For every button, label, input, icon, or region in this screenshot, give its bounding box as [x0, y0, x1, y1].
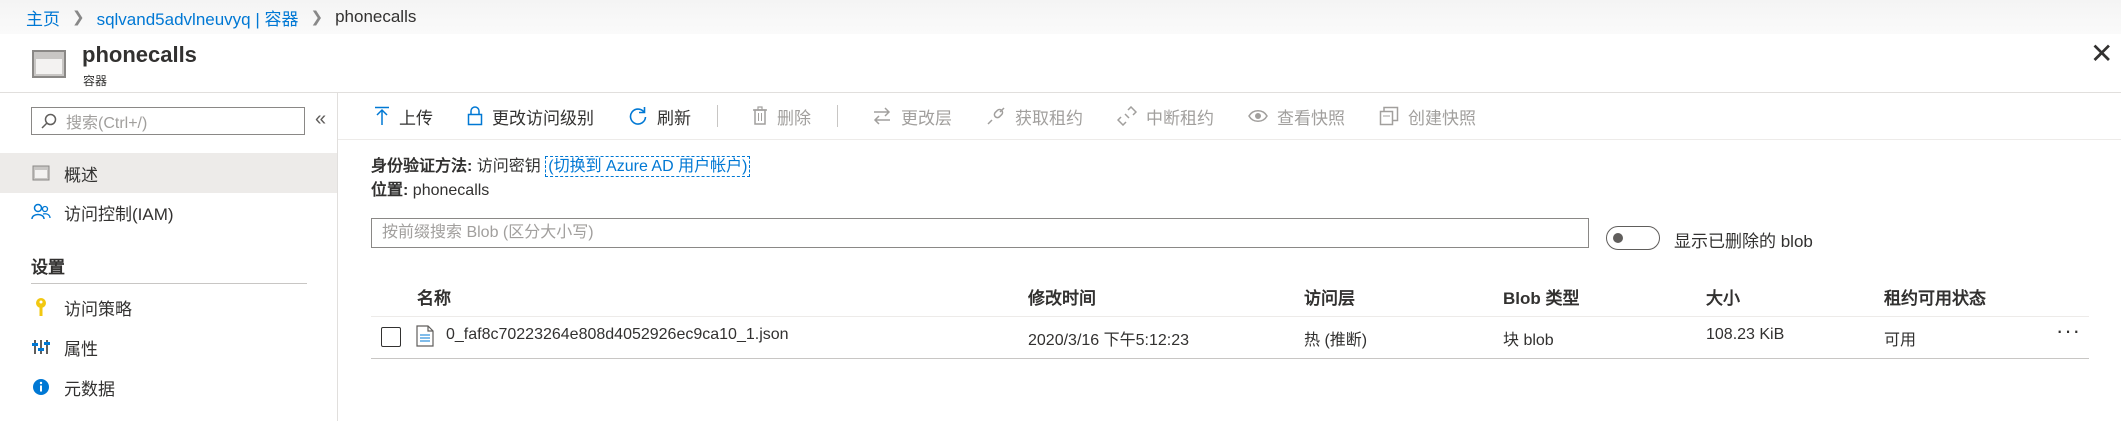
- properties-icon: [30, 336, 52, 358]
- blob-name[interactable]: 0_faf8c70223264e808d4052926ec9ca10_1.jso…: [446, 326, 789, 344]
- container-icon: [32, 50, 66, 78]
- upload-icon: [374, 106, 390, 126]
- upload-label: 上传: [399, 108, 433, 128]
- sidebar-item-access-policy[interactable]: 访问策略: [0, 287, 337, 327]
- switch-to-azure-ad-link[interactable]: (切换到 Azure AD 用户帐户): [545, 156, 751, 177]
- row-checkbox[interactable]: [381, 327, 401, 347]
- delete-label: 删除: [777, 108, 811, 128]
- blob-table-header: 名称 修改时间 访问层 Blob 类型 大小 租约可用状态: [371, 274, 2089, 317]
- broken-link-icon: [1117, 106, 1137, 126]
- refresh-button[interactable]: 刷新: [628, 104, 691, 129]
- sidebar-item-overview[interactable]: 概述: [0, 153, 337, 193]
- info-icon: [30, 376, 52, 398]
- search-icon: [41, 113, 57, 129]
- break-lease-button[interactable]: 中断租约: [1117, 104, 1214, 129]
- overview-icon: [30, 162, 52, 184]
- settings-section-title: 设置: [31, 258, 65, 277]
- sidebar: 搜索(Ctrl+/) « 概述 访问控制(IAM) 设置 访问策略 属性 元数据: [0, 93, 338, 421]
- acquire-lease-button[interactable]: 获取租约: [986, 104, 1083, 129]
- chevron-right-icon: ❯: [310, 9, 324, 26]
- command-bar: 上传 更改访问级别 刷新 删除 更改层 获取租约 中断租约 查看快照 创建快照: [338, 93, 2121, 140]
- delete-button[interactable]: 删除: [752, 104, 811, 129]
- close-icon[interactable]: ✕: [2090, 40, 2113, 68]
- sidebar-item-label: 概述: [64, 165, 98, 185]
- location-value: phonecalls: [412, 182, 490, 199]
- breadcrumb-current: phonecalls: [335, 7, 417, 26]
- blade-header: [0, 34, 2121, 93]
- column-header-modified[interactable]: 修改时间: [1028, 284, 1096, 309]
- blob-lease-state: 可用: [1884, 332, 1917, 349]
- blob-type: 块 blob: [1503, 332, 1554, 349]
- file-icon: [416, 325, 434, 347]
- table-row[interactable]: 0_faf8c70223264e808d4052926ec9ca10_1.jso…: [371, 316, 2089, 359]
- location-label: 位置:: [371, 182, 409, 199]
- change-tier-label: 更改层: [901, 108, 952, 128]
- people-icon: [30, 201, 52, 223]
- acquire-lease-label: 获取租约: [1015, 108, 1083, 128]
- toolbar-divider: [837, 105, 838, 127]
- create-snapshot-label: 创建快照: [1408, 108, 1476, 128]
- breadcrumb: 主页 ❯ sqlvand5advlneuvyq | 容器 ❯ phonecall…: [0, 0, 2121, 34]
- sidebar-search-placeholder: 搜索(Ctrl+/): [66, 115, 148, 132]
- auth-method-value: 访问密钥: [476, 158, 541, 175]
- breadcrumb-account-link[interactable]: sqlvand5advlneuvyq | 容器: [97, 5, 299, 30]
- change-access-level-button[interactable]: 更改访问级别: [467, 104, 594, 129]
- column-header-name[interactable]: 名称: [417, 284, 451, 309]
- trash-icon: [752, 106, 768, 126]
- upload-button[interactable]: 上传: [374, 104, 433, 129]
- page-title: phonecalls: [82, 42, 197, 67]
- location-row: 位置: phonecalls: [371, 176, 489, 200]
- create-snapshot-button[interactable]: 创建快照: [1379, 104, 1476, 129]
- sidebar-item-properties[interactable]: 属性: [0, 327, 337, 367]
- view-snapshot-label: 查看快照: [1277, 108, 1345, 128]
- divider: [31, 283, 307, 284]
- sidebar-item-label: 属性: [64, 339, 98, 359]
- sidebar-search-input[interactable]: 搜索(Ctrl+/): [31, 107, 305, 135]
- eye-icon: [1248, 106, 1268, 126]
- page-subtitle: 容器: [83, 74, 108, 88]
- column-header-lease-state[interactable]: 租约可用状态: [1884, 284, 1986, 309]
- link-icon: [986, 106, 1006, 126]
- refresh-label: 刷新: [657, 108, 691, 128]
- sidebar-item-label: 元数据: [64, 379, 115, 399]
- lock-icon: [467, 106, 483, 126]
- chevron-right-icon: ❯: [72, 9, 85, 26]
- column-header-size[interactable]: 大小: [1706, 284, 1740, 309]
- key-icon: [30, 296, 52, 318]
- refresh-icon: [628, 106, 648, 126]
- auth-method-row: 身份验证方法: 访问密钥 (切换到 Azure AD 用户帐户): [371, 152, 751, 177]
- show-deleted-toggle[interactable]: [1606, 226, 1660, 250]
- sidebar-item-iam[interactable]: 访问控制(IAM): [0, 192, 337, 232]
- auth-method-label: 身份验证方法:: [371, 158, 473, 175]
- blob-tier: 热 (推断): [1304, 332, 1368, 349]
- break-lease-label: 中断租约: [1146, 108, 1214, 128]
- column-header-tier[interactable]: 访问层: [1304, 284, 1355, 309]
- toolbar-divider: [717, 105, 718, 127]
- blob-search-placeholder: 按前缀搜索 Blob (区分大小写): [382, 224, 594, 241]
- column-header-blob-type[interactable]: Blob 类型: [1503, 284, 1580, 309]
- blob-prefix-search-input[interactable]: 按前缀搜索 Blob (区分大小写): [371, 218, 1589, 248]
- sidebar-item-label: 访问控制(IAM): [64, 204, 174, 224]
- collapse-sidebar-icon[interactable]: «: [315, 108, 326, 131]
- blob-modified: 2020/3/16 下午5:12:23: [1028, 332, 1190, 349]
- blob-size: 108.23 KiB: [1706, 326, 1785, 343]
- snapshot-icon: [1379, 106, 1399, 126]
- view-snapshot-button[interactable]: 查看快照: [1248, 104, 1345, 129]
- sidebar-item-metadata[interactable]: 元数据: [0, 367, 337, 407]
- change-tier-button[interactable]: 更改层: [872, 104, 952, 129]
- show-deleted-label: 显示已删除的 blob: [1674, 232, 1813, 251]
- change-access-label: 更改访问级别: [492, 108, 594, 128]
- breadcrumb-home-link[interactable]: 主页: [26, 5, 60, 30]
- sidebar-item-label: 访问策略: [64, 299, 132, 319]
- more-options-icon[interactable]: ···: [2056, 318, 2081, 344]
- swap-arrows-icon: [872, 106, 892, 126]
